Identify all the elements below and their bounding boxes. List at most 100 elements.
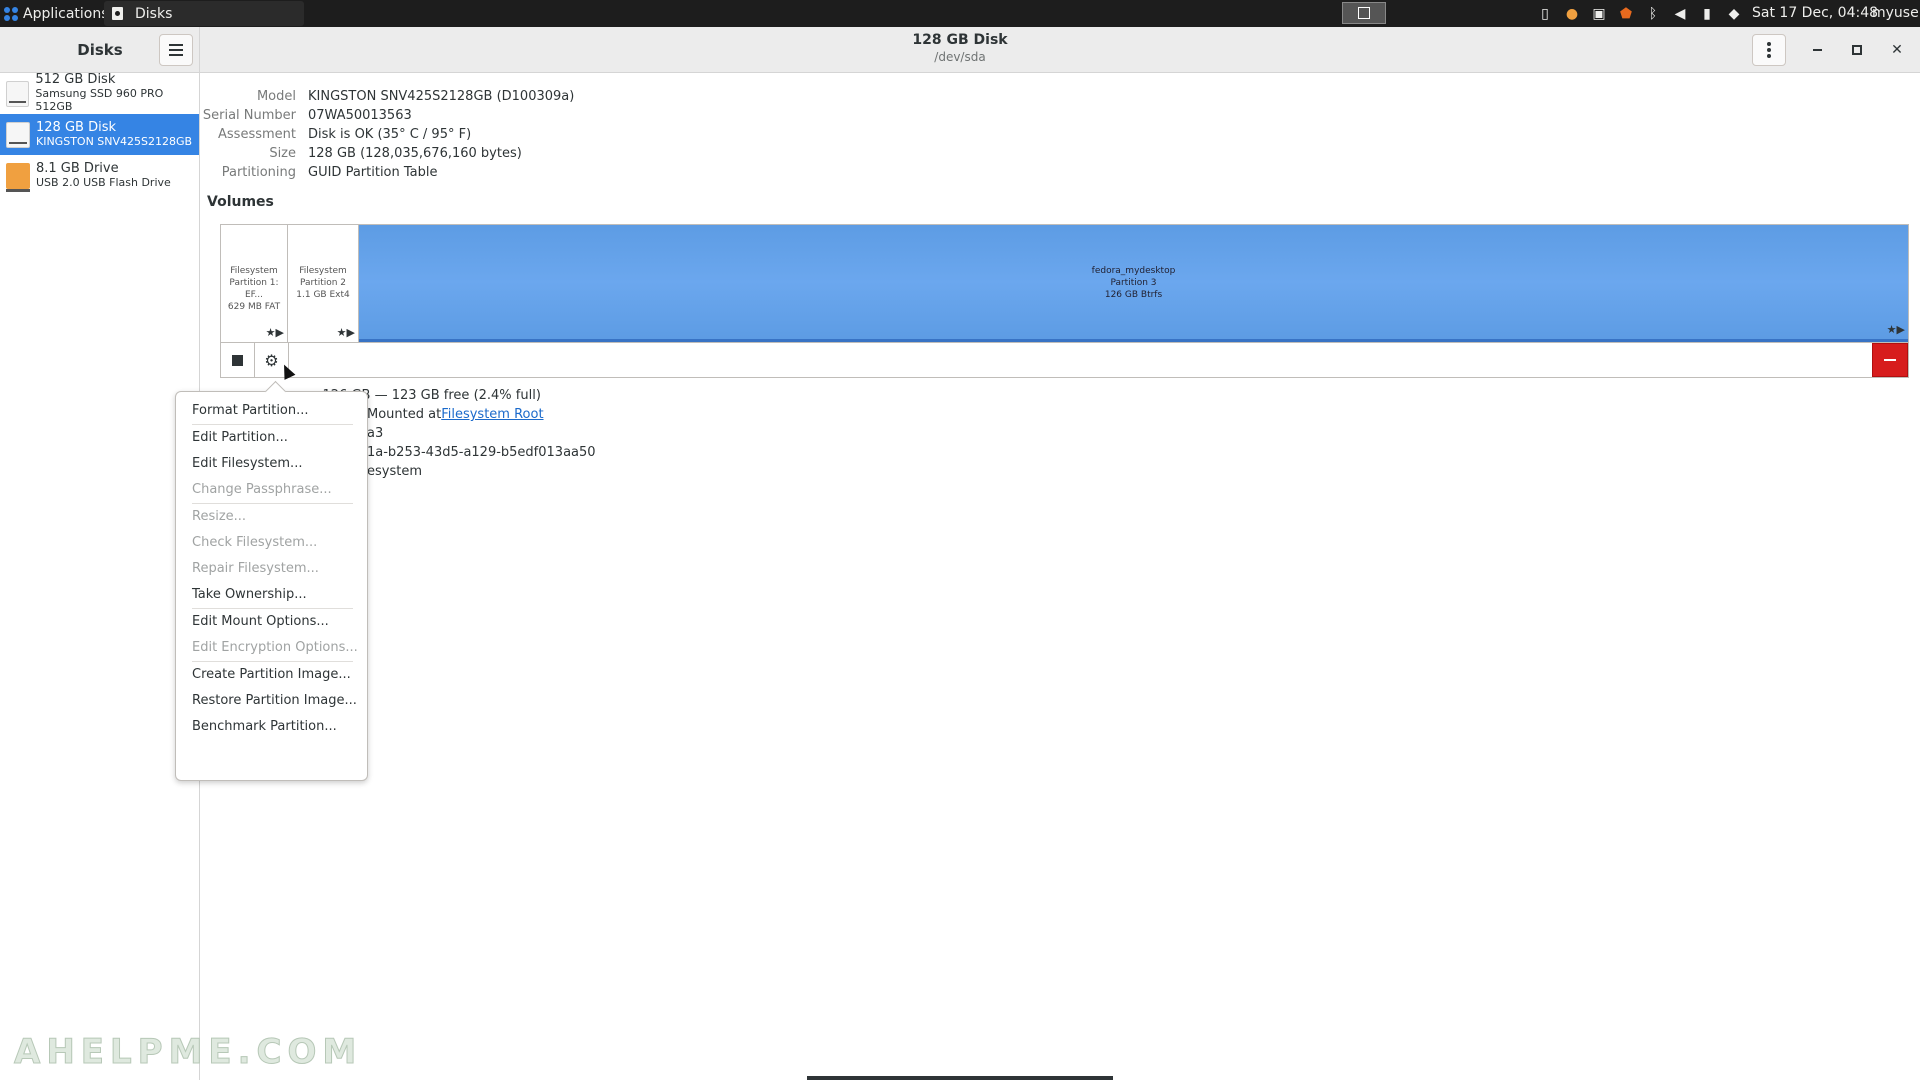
applications-label: Applications <box>23 5 109 22</box>
bluetooth-icon[interactable]: ᛒ <box>1644 5 1662 23</box>
window-title-area: 128 GB Disk /dev/sda <box>200 32 1720 64</box>
partition-3[interactable]: fedora_mydesktop Partition 3 126 GB Btrf… <box>359 225 1908 342</box>
header-bar: Disks 128 GB Disk /dev/sda ✕ <box>0 27 1920 73</box>
menu-item-create-partition-image[interactable]: Create Partition Image... <box>176 662 367 688</box>
partition-status-icons: ★▶ <box>1886 323 1905 336</box>
window-subtitle: /dev/sda <box>934 50 986 64</box>
window-title: 128 GB Disk <box>912 32 1008 48</box>
hdd-icon <box>6 80 30 107</box>
assessment-value: Disk is OK (35° C / 95° F) <box>308 127 472 142</box>
partition-options-menu: Format Partition... Edit Partition... Ed… <box>175 391 368 781</box>
applications-menu-button[interactable]: Applications <box>0 0 113 27</box>
kebab-menu-icon <box>1767 48 1771 52</box>
disk-properties: Model KINGSTON SNV425S2128GB (D100309a) S… <box>200 87 574 182</box>
partition-type-value: esystem <box>367 464 422 479</box>
show-desktop-button[interactable] <box>1342 2 1386 24</box>
model-label: Model <box>256 89 296 104</box>
partitioning-label: Partitioning <box>221 165 296 180</box>
size-label: Size <box>269 146 296 161</box>
close-icon: ✕ <box>1891 42 1903 58</box>
stop-icon <box>232 354 243 366</box>
volume-map: Filesystem Partition 1: EF... 629 MB FAT… <box>220 224 1909 343</box>
contents-prefix: Mounted at <box>367 407 442 422</box>
system-tray: ▯ ● ▣ ⬟ ᛒ ◀ ▮ ◆ <box>1536 0 1743 27</box>
menu-item-format-partition[interactable]: Format Partition... <box>176 398 367 424</box>
device-value: a3 <box>367 426 384 441</box>
serial-label: Serial Number <box>202 108 296 123</box>
maximize-icon <box>1852 45 1862 55</box>
desktop-icon <box>1358 7 1370 19</box>
menu-item-check-filesystem: Check Filesystem... <box>192 535 318 550</box>
minimize-button[interactable] <box>1806 39 1828 61</box>
user-menu[interactable]: myuser <box>1872 0 1920 27</box>
disk-model: KINGSTON SNV425S2128GB <box>36 134 193 148</box>
partition-1[interactable]: Filesystem Partition 1: EF... 629 MB FAT… <box>221 225 288 342</box>
hdd-icon <box>6 121 30 148</box>
menu-item-restore-partition-image[interactable]: Restore Partition Image... <box>176 688 367 714</box>
hamburger-icon <box>169 49 183 51</box>
partition-kind: fedora_mydesktop <box>1091 266 1176 276</box>
partition-kind: Filesystem <box>230 266 278 276</box>
menu-item-resize: Resize... <box>192 509 247 524</box>
sidebar-item-128gb-disk[interactable]: 128 GB Disk KINGSTON SNV425S2128GB <box>0 114 199 155</box>
usb-drive-icon <box>6 162 30 192</box>
disks-app-icon <box>112 7 123 20</box>
disk-model: Samsung SSD 960 PRO 512GB <box>35 87 164 113</box>
menu-item-edit-mount-options[interactable]: Edit Mount Options... <box>176 609 367 635</box>
partition-size: 126 GB Btrfs <box>1104 290 1163 300</box>
battery-icon[interactable]: ▮ <box>1698 5 1716 23</box>
partitioning-value: GUID Partition Table <box>308 165 438 180</box>
menu-item-take-ownership[interactable]: Take Ownership... <box>176 582 367 608</box>
taskbar-item-label: Disks <box>135 5 173 22</box>
disk-details-pane: Model KINGSTON SNV425S2128GB (D100309a) S… <box>200 73 1920 1080</box>
notification-icon[interactable]: ◆ <box>1725 5 1743 23</box>
disk-model: USB 2.0 USB Flash Drive <box>36 175 171 189</box>
volumes-heading: Volumes <box>207 194 274 210</box>
volume-icon[interactable]: ◀ <box>1671 5 1689 23</box>
partition-size: 629 MB FAT <box>227 302 281 312</box>
filesystem-root-link[interactable]: Filesystem Root <box>441 407 543 422</box>
app-menu-button[interactable] <box>159 34 193 66</box>
size-value: 128 GB (128,035,676,160 bytes) <box>308 146 522 161</box>
menu-item-edit-partition[interactable]: Edit Partition... <box>176 425 367 451</box>
partition-name: Partition 2 <box>299 278 347 288</box>
partition-name: Partition 3 <box>1110 278 1157 288</box>
update-icon[interactable]: ● <box>1563 5 1581 23</box>
volume-toolbar: ⚙ <box>220 343 1909 378</box>
taskbar-item-disks[interactable]: Disks <box>104 1 304 26</box>
disk-list-sidebar: 512 GB Disk Samsung SSD 960 PRO 512GB 12… <box>0 72 200 1080</box>
menu-item-change-passphrase: Change Passphrase... <box>192 482 332 497</box>
clipboard-icon[interactable]: ▯ <box>1536 5 1554 23</box>
maximize-button[interactable] <box>1846 39 1868 61</box>
model-value: KINGSTON SNV425S2128GB (D100309a) <box>308 89 575 104</box>
close-button[interactable]: ✕ <box>1886 39 1908 61</box>
serial-value: 07WA50013563 <box>308 108 412 123</box>
menu-item-benchmark-partition[interactable]: Benchmark Partition... <box>176 714 367 740</box>
disk-name: 512 GB Disk <box>35 72 116 88</box>
sidebar-item-usb-drive[interactable]: 8.1 GB Drive USB 2.0 USB Flash Drive <box>0 155 199 196</box>
clock[interactable]: Sat 17 Dec, 04:48 <box>1752 0 1878 27</box>
partition-status-icons: ★▶ <box>336 326 355 339</box>
top-panel: Applications Disks ▯ ● ▣ ⬟ ᛒ ◀ ▮ ◆ Sat 1… <box>0 0 1920 27</box>
shield-icon[interactable]: ⬟ <box>1617 5 1635 23</box>
minus-icon <box>1884 359 1896 361</box>
disk-name: 128 GB Disk <box>36 119 116 135</box>
partition-status-icons: ★▶ <box>265 326 284 339</box>
minimize-icon <box>1812 49 1822 51</box>
unmount-button[interactable] <box>221 343 255 377</box>
partition-kind: Filesystem <box>299 266 347 276</box>
sidebar-item-512gb-disk[interactable]: 512 GB Disk Samsung SSD 960 PRO 512GB <box>0 72 199 114</box>
watermark: AHELPME.COM <box>13 1032 363 1073</box>
assessment-label: Assessment <box>218 127 296 142</box>
disk-name: 8.1 GB Drive <box>36 160 119 176</box>
partition-size: 1.1 GB Ext4 <box>296 290 350 300</box>
scroll-indicator <box>807 1076 1113 1080</box>
gear-icon: ⚙ <box>264 350 279 370</box>
delete-partition-button[interactable] <box>1872 343 1908 377</box>
partition-2[interactable]: Filesystem Partition 2 1.1 GB Ext4 ★▶ <box>288 225 359 342</box>
sidebar-header: Disks <box>0 27 200 72</box>
drive-options-button[interactable] <box>1752 34 1786 66</box>
menu-item-repair-filesystem: Repair Filesystem... <box>192 561 319 576</box>
network-icon[interactable]: ▣ <box>1590 5 1608 23</box>
menu-item-edit-filesystem[interactable]: Edit Filesystem... <box>176 451 367 477</box>
